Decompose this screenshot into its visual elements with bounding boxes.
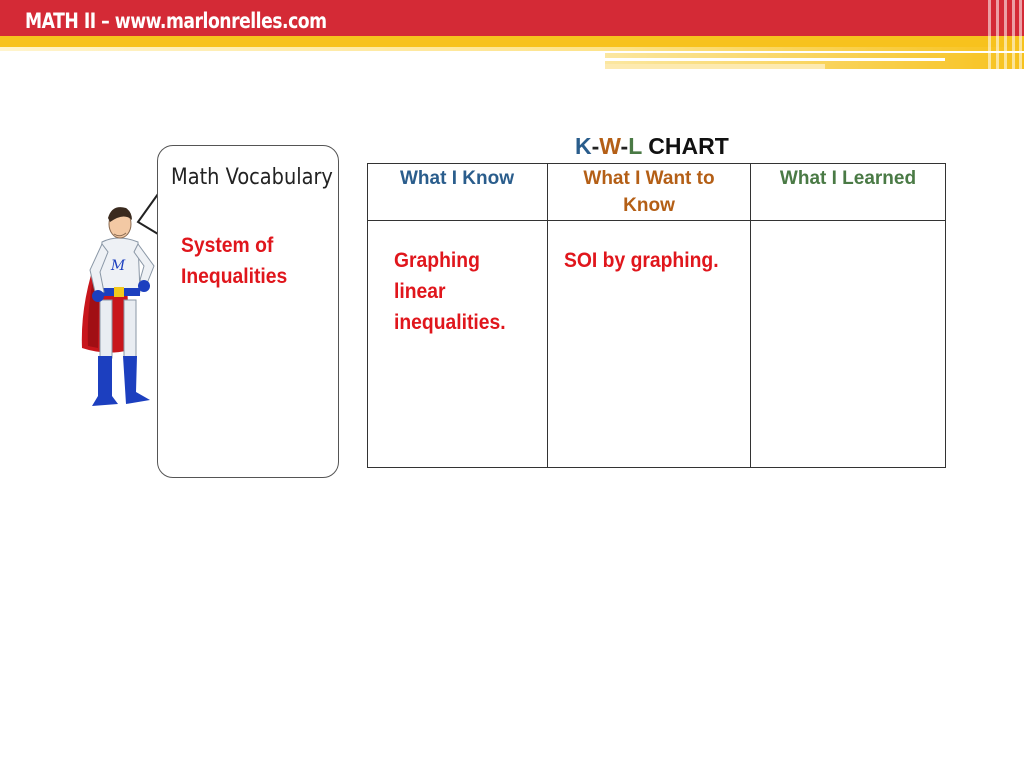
kwl-cell-know: Graphing linear inequalities. [394,249,506,334]
header-vertical-bars [984,0,1024,70]
slide-header-title: MATH II – www.marlonrelles.com [25,9,327,33]
vocabulary-term: System of Inequalities [181,234,288,288]
kwl-title-chart: CHART [648,133,729,159]
kwl-cell-want-to-know: SOI by graphing. [564,249,719,272]
table-column-divider [750,163,751,468]
header-fade-stripe [0,47,1024,51]
kwl-table: What I Know What I Want to Know What I L… [367,163,946,468]
kwl-header-learned: What I Learned [779,168,917,189]
kwl-chart-title: K-W-L CHART [575,133,729,160]
table-border-bottom [367,467,946,468]
header-accent-stripe [0,36,1024,47]
vocabulary-speech-bubble [157,145,339,478]
svg-text:M: M [110,258,126,274]
table-header-divider [367,220,946,221]
kwl-title-k: K [575,133,592,159]
table-border-left [367,163,368,468]
kwl-header-know: What I Know [400,168,514,189]
kwl-header-want-to-know: What I Want to Know [583,168,715,216]
table-border-top [367,163,946,164]
kwl-title-l: L [628,133,642,159]
table-column-divider [547,163,548,468]
vocabulary-title: Math Vocabulary [171,165,333,190]
table-border-right [945,163,946,468]
header-decor-stripe-small [605,64,825,69]
header-decor-line [605,58,945,61]
kwl-title-w: W [599,133,621,159]
